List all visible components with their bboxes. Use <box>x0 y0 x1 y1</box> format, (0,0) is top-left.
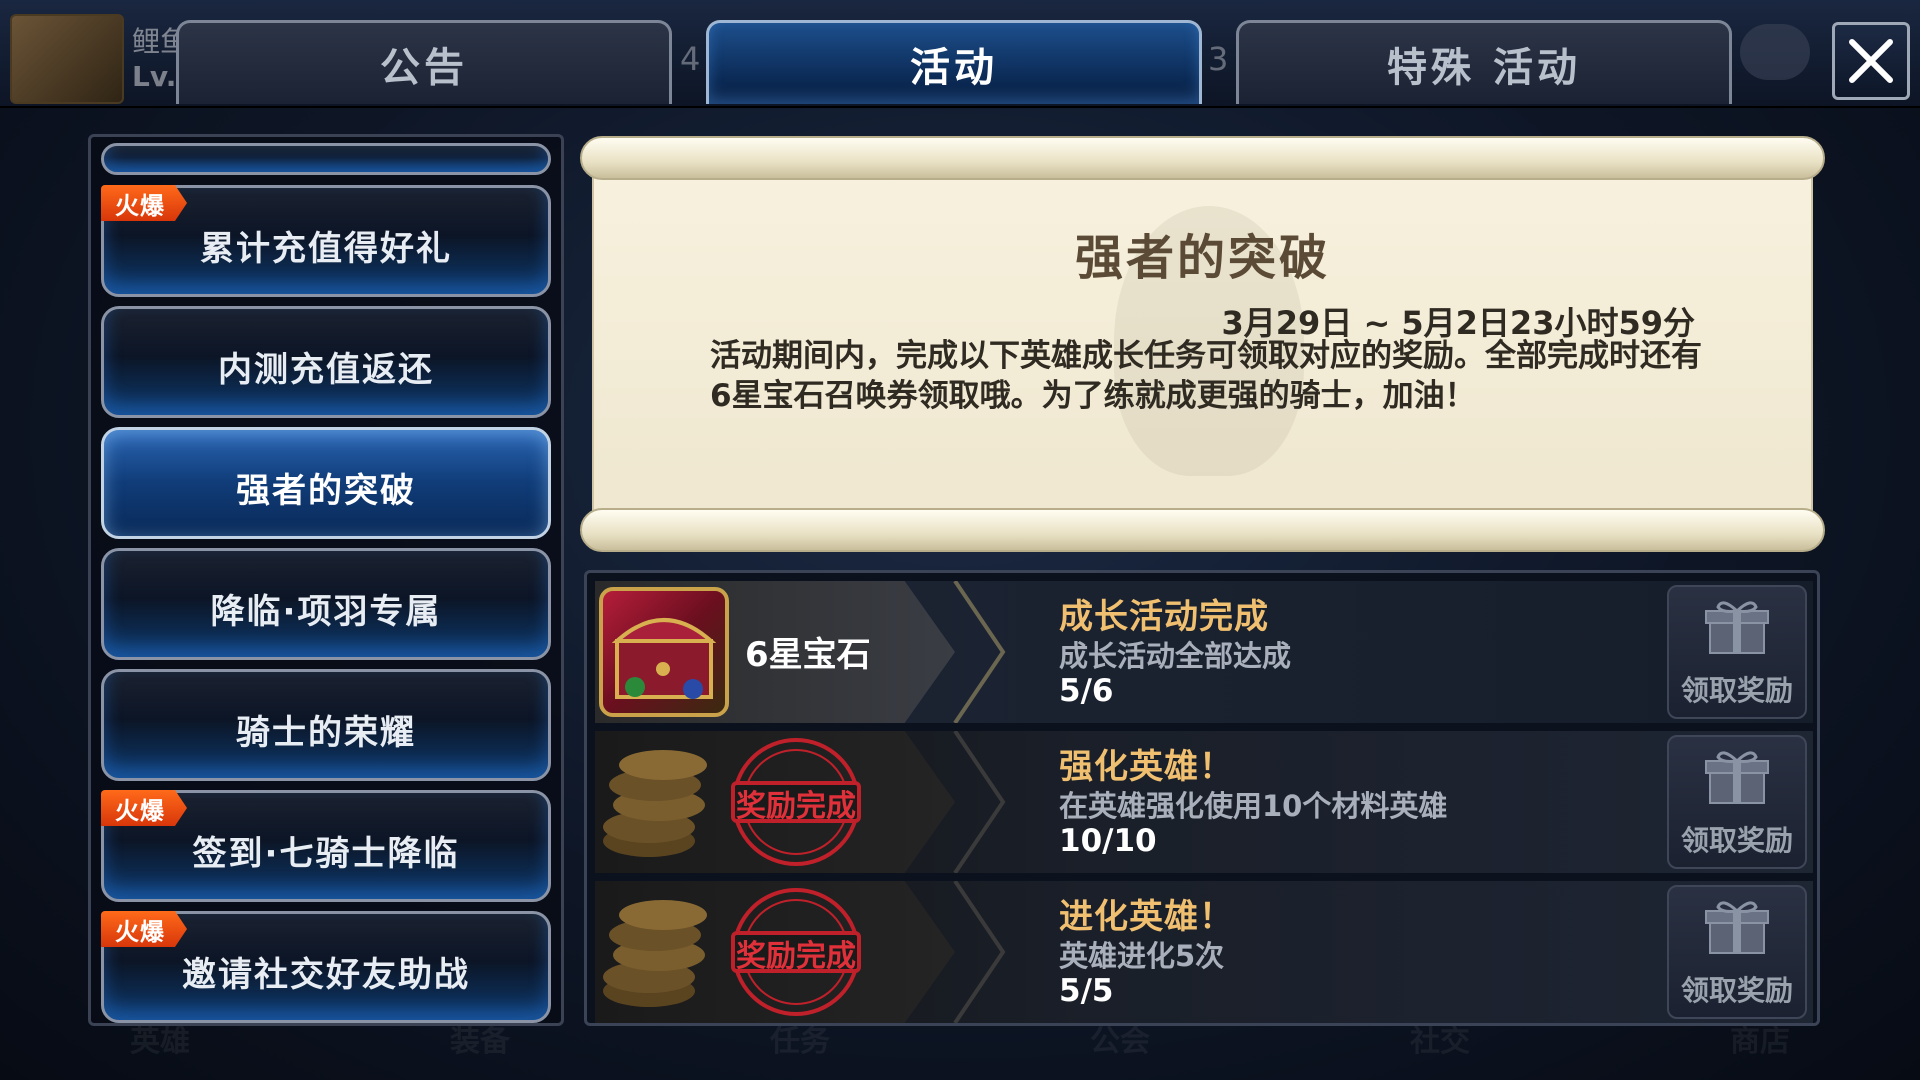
avatar <box>10 14 124 104</box>
tab-announcement[interactable]: 公告 <box>176 20 672 104</box>
gift-icon <box>1705 901 1769 954</box>
event-list-item-invite-friends[interactable]: 火爆 邀请社交好友助战 <box>101 911 551 1023</box>
task-description: 成长活动全部达成 <box>1059 639 1292 673</box>
task-progress: 5/6 <box>1059 673 1114 709</box>
scroll-top-roll <box>580 136 1825 180</box>
gold-coins-icon <box>603 750 707 857</box>
scroll-bottom-roll <box>580 508 1825 552</box>
task-list: 6星宝石 成长活动完成 成长活动全部达成 5/6 领取奖励 奖励完成 强化英雄！… <box>584 570 1820 1026</box>
task-title: 成长活动完成 <box>1059 597 1269 637</box>
chevron-right-icon <box>953 581 1006 723</box>
event-list-item-beta-recharge-return[interactable]: 内测充值返还 <box>101 306 551 418</box>
claim-reward-button[interactable]: 领取奖励 <box>1667 735 1807 869</box>
claim-reward-button[interactable]: 领取奖励 <box>1667 885 1807 1019</box>
task-row: 6星宝石 成长活动完成 成长活动全部达成 5/6 领取奖励 <box>595 581 1813 723</box>
claim-label: 领取奖励 <box>1680 674 1793 707</box>
task-progress: 5/5 <box>1059 973 1114 1009</box>
task-description: 英雄进化5次 <box>1059 939 1225 973</box>
event-list-label: 累计充值得好礼 <box>200 228 452 269</box>
task-title: 进化英雄！ <box>1059 897 1234 937</box>
task-title: 强化英雄！ <box>1059 747 1234 787</box>
treasure-chest-icon <box>599 587 729 717</box>
chevron-right-icon <box>953 881 1006 1023</box>
tab-label: 活动 <box>910 44 998 91</box>
close-button[interactable] <box>1832 22 1910 100</box>
event-list-label: 内测充值返还 <box>218 349 434 390</box>
tab-badge: 4 <box>680 40 701 78</box>
event-description: 活动期间内，完成以下英雄成长任务可领取对应的奖励。全部完成时还有6星宝石召唤券领… <box>710 338 1702 414</box>
event-list[interactable]: 火爆 累计充值得好礼 内测充值返还 强者的突破 降临·项羽专属 骑士的荣耀 火爆… <box>88 134 564 1026</box>
tab-special-events[interactable]: 特殊 活动 <box>1236 20 1732 104</box>
event-list-label: 强者的突破 <box>236 470 416 511</box>
tab-label: 特殊 活动 <box>1387 44 1581 91</box>
claim-reward-button[interactable]: 领取奖励 <box>1667 585 1807 719</box>
event-list-item-xiang-yu[interactable]: 降临·项羽专属 <box>101 548 551 660</box>
hot-badge: 火爆 <box>101 911 187 947</box>
event-list-label: 签到·七骑士降临 <box>192 833 460 874</box>
event-list-item-checkin[interactable]: 火爆 签到·七骑士降临 <box>101 790 551 902</box>
event-list-label: 骑士的荣耀 <box>236 712 416 753</box>
task-row: 奖励完成 强化英雄！ 在英雄强化使用10个材料英雄 10/10 领取奖励 <box>595 731 1813 873</box>
event-list-label: 邀请社交好友助战 <box>182 954 470 995</box>
gold-coins-icon <box>603 900 707 1007</box>
claim-label: 领取奖励 <box>1680 974 1793 1007</box>
close-icon <box>1849 39 1893 83</box>
tab-label: 公告 <box>380 44 468 91</box>
chevron-right-icon <box>953 731 1006 873</box>
event-list-item[interactable] <box>101 143 551 175</box>
top-bar: 鲤鱼 Lv. 公告 4 活动 3 特殊 活动 <box>0 0 1920 108</box>
stamp-label: 奖励完成 <box>736 789 856 824</box>
event-list-item-cumulative-recharge[interactable]: 火爆 累计充值得好礼 <box>101 185 551 297</box>
chat-bubble-icon[interactable] <box>1740 24 1810 80</box>
event-title: 强者的突破 <box>1074 230 1330 286</box>
event-info-scroll: 强者的突破 3月29日 ~ 5月2日23小时59分 活动期间内，完成以下英雄成长… <box>580 136 1825 552</box>
hot-badge: 火爆 <box>101 790 187 826</box>
player-level: Lv. <box>132 60 177 93</box>
task-progress: 10/10 <box>1059 823 1157 859</box>
task-row: 奖励完成 进化英雄！ 英雄进化5次 5/5 领取奖励 <box>595 881 1813 1023</box>
reward-name: 6星宝石 <box>745 635 871 675</box>
tab-badge: 3 <box>1208 40 1229 78</box>
claim-label: 领取奖励 <box>1680 824 1793 857</box>
event-list-item-breakthrough[interactable]: 强者的突破 <box>101 427 551 539</box>
task-description: 在英雄强化使用10个材料英雄 <box>1059 789 1448 823</box>
gift-icon <box>1705 751 1769 804</box>
event-list-label: 降临·项羽专属 <box>210 591 442 632</box>
hot-badge: 火爆 <box>101 185 187 221</box>
gift-icon <box>1705 601 1769 654</box>
event-list-item-knight-glory[interactable]: 骑士的荣耀 <box>101 669 551 781</box>
stamp-label: 奖励完成 <box>736 939 856 974</box>
tab-events[interactable]: 活动 <box>706 20 1202 104</box>
